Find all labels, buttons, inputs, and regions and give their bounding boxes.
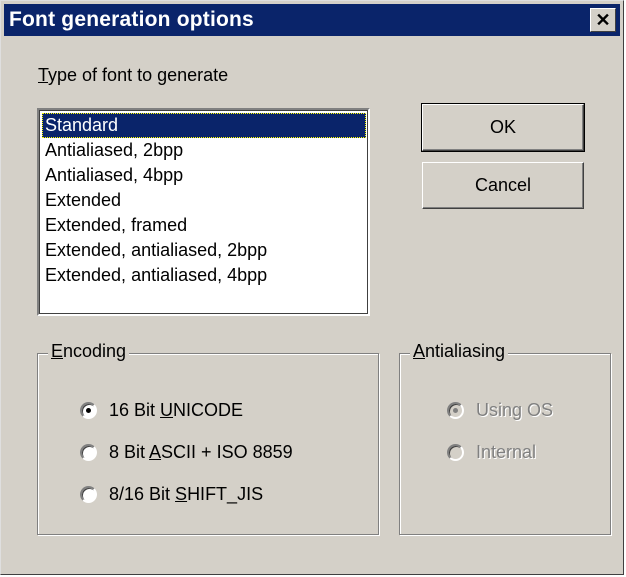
antialiasing-option-using-os-label: Using OS xyxy=(476,400,554,420)
cancel-button[interactable]: Cancel xyxy=(422,162,584,209)
antialiasing-group: Antialiasing Using OS Internal xyxy=(399,341,611,535)
font-generation-dialog: Font generation options ✕ Type of font t… xyxy=(0,0,624,575)
close-icon: ✕ xyxy=(595,9,611,30)
font-type-option-extended-antialiased-4bpp[interactable]: Extended, antialiased, 4bpp xyxy=(42,263,366,288)
font-type-option-extended[interactable]: Extended xyxy=(42,188,366,213)
font-type-listbox[interactable]: Standard Antialiased, 2bpp Antialiased, … xyxy=(37,108,370,316)
antialiasing-legend-access-key: A xyxy=(413,341,426,361)
font-type-option-extended-framed[interactable]: Extended, framed xyxy=(42,213,366,238)
encoding-legend-access-key: E xyxy=(51,341,64,361)
antialiasing-option-internal: Internal xyxy=(447,442,536,463)
radio-button[interactable] xyxy=(80,444,97,461)
radio-button-checked[interactable] xyxy=(80,402,97,419)
encoding-option-ascii-label: 8 Bit ASCII + ISO 8859 xyxy=(109,442,293,462)
font-type-option-antialiased-2bpp[interactable]: Antialiased, 2bpp xyxy=(42,138,366,163)
encoding-option-ascii[interactable]: 8 Bit ASCII + ISO 8859 xyxy=(80,442,293,463)
encoding-option-shift-jis-label: 8/16 Bit SHIFT_JIS xyxy=(109,484,264,504)
font-type-option-extended-antialiased-2bpp[interactable]: Extended, antialiased, 2bpp xyxy=(42,238,366,263)
antialiasing-legend: Antialiasing xyxy=(410,341,509,362)
font-type-option-antialiased-4bpp[interactable]: Antialiased, 4bpp xyxy=(42,163,366,188)
title-bar[interactable]: Font generation options ✕ xyxy=(4,4,620,36)
antialiasing-option-using-os: Using OS xyxy=(447,400,553,421)
radio-button[interactable] xyxy=(80,486,97,503)
encoding-option-unicode[interactable]: 16 Bit UNICODE xyxy=(80,400,243,421)
antialiasing-option-internal-label: Internal xyxy=(476,442,537,462)
encoding-group: Encoding 16 Bit UNICODE 8 Bit ASCII + IS… xyxy=(37,341,379,535)
radio-button-disabled xyxy=(447,444,464,461)
encoding-legend: Encoding xyxy=(48,341,130,362)
font-type-label-access-key: T xyxy=(38,65,49,85)
close-button[interactable]: ✕ xyxy=(590,8,616,32)
ok-button[interactable]: OK xyxy=(421,103,585,152)
antialiasing-legend-text: ntialiasing xyxy=(425,341,506,361)
radio-button-checked-disabled xyxy=(447,402,464,419)
font-type-label-text: ype of font to generate xyxy=(48,65,229,85)
font-type-label: Type of font to generate xyxy=(38,65,228,86)
encoding-legend-text: ncoding xyxy=(63,341,127,361)
dialog-title: Font generation options xyxy=(9,8,254,31)
font-type-option-standard[interactable]: Standard xyxy=(42,113,366,138)
encoding-option-unicode-label: 16 Bit UNICODE xyxy=(109,400,244,420)
encoding-option-shift-jis[interactable]: 8/16 Bit SHIFT_JIS xyxy=(80,484,263,505)
